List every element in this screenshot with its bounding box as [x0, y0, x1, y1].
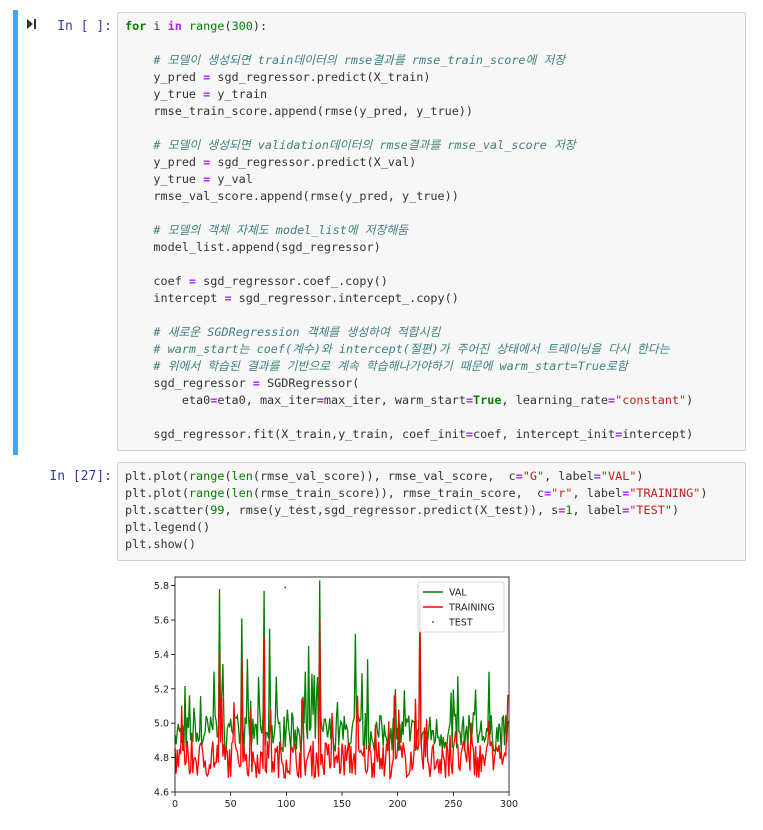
- x-tick-label: 300: [500, 799, 518, 810]
- code-line[interactable]: [125, 35, 745, 52]
- code-line[interactable]: y_pred = sgd_regressor.predict(X_train): [125, 69, 745, 86]
- code-line[interactable]: y_pred = sgd_regressor.predict(X_val): [125, 154, 745, 171]
- code-line[interactable]: plt.legend(): [125, 519, 745, 536]
- cell-2-prompt: In [27]:: [49, 469, 112, 484]
- test-point: [284, 586, 287, 589]
- x-tick-label: 100: [277, 799, 295, 810]
- y-tick-label: 4.8: [154, 753, 169, 764]
- code-line[interactable]: sgd_regressor.fit(X_train,y_train, coef_…: [125, 426, 745, 443]
- cell-1-editor[interactable]: for i in range(300): # 모델이 생성되면 train데이터…: [117, 12, 746, 451]
- x-tick-label: 0: [172, 799, 178, 810]
- cell-2-code[interactable]: plt.plot(range(len(rmse_val_score)), rms…: [118, 463, 745, 553]
- code-line[interactable]: for i in range(300):: [125, 18, 745, 35]
- code-line[interactable]: plt.plot(range(len(rmse_train_score)), r…: [125, 485, 745, 502]
- code-line[interactable]: [125, 409, 745, 426]
- code-line[interactable]: coef = sgd_regressor.coef_.copy(): [125, 273, 745, 290]
- code-line[interactable]: model_list.append(sgd_regressor): [125, 239, 745, 256]
- code-line[interactable]: [125, 256, 745, 273]
- y-tick-label: 5.2: [154, 684, 169, 695]
- line-chart: 0 50 100 150 200 250 300 4.6 4.8 5.0 5.2 5.4 5.6 5.8 V…: [154, 576, 518, 810]
- cell-1-code[interactable]: for i in range(300): # 모델이 생성되면 train데이터…: [118, 13, 745, 443]
- code-line[interactable]: sgd_regressor = SGDRegressor(: [125, 375, 745, 392]
- code-line[interactable]: y_true = y_train: [125, 86, 745, 103]
- legend-label-val: VAL: [449, 588, 467, 599]
- x-tick-label: 200: [389, 799, 407, 810]
- code-line[interactable]: plt.scatter(99, rmse(y_test,sgd_regresso…: [125, 502, 745, 519]
- cell-1-prompt: In [ ]:: [57, 19, 112, 34]
- y-tick-label: 5.0: [154, 719, 169, 730]
- code-line[interactable]: # 위에서 학습된 결과를 기반으로 계속 학습해나가야하기 때문에 warm_…: [125, 358, 745, 375]
- code-line[interactable]: [125, 120, 745, 137]
- legend-swatch-test: [432, 621, 434, 623]
- y-tick-label: 5.8: [154, 581, 169, 592]
- x-tick-label: 50: [225, 799, 237, 810]
- x-tick-label: 150: [333, 799, 351, 810]
- legend-label-test: TEST: [448, 618, 473, 629]
- y-tick-label: 4.6: [154, 788, 169, 799]
- cell-2-editor[interactable]: plt.plot(range(len(rmse_val_score)), rms…: [117, 462, 746, 561]
- y-tick-label: 5.6: [154, 616, 169, 627]
- code-line[interactable]: rmse_val_score.append(rmse(y_pred, y_tru…: [125, 188, 745, 205]
- code-line[interactable]: # 모델이 생성되면 validation데이터의 rmse결과를 rmse_v…: [125, 137, 745, 154]
- run-cell-icon[interactable]: [26, 18, 38, 30]
- legend-label-training: TRAINING: [448, 603, 495, 614]
- code-line[interactable]: # 새로운 SGDRegression 객체를 생성하여 적합시킴: [125, 324, 745, 341]
- y-tick-label: 5.4: [154, 650, 169, 661]
- code-line[interactable]: intercept = sgd_regressor.intercept_.cop…: [125, 290, 745, 307]
- code-line[interactable]: [125, 205, 745, 222]
- code-line[interactable]: eta0=eta0, max_iter=max_iter, warm_start…: [125, 392, 745, 409]
- code-line[interactable]: plt.show(): [125, 536, 745, 553]
- code-line[interactable]: # warm_start는 coef(계수)와 intercept(절편)가 주…: [125, 341, 745, 358]
- code-line[interactable]: rmse_train_score.append(rmse(y_pred, y_t…: [125, 103, 745, 120]
- code-line[interactable]: y_true = y_val: [125, 171, 745, 188]
- code-line[interactable]: plt.plot(range(len(rmse_val_score)), rms…: [125, 468, 745, 485]
- cell-2-output-plot: 0 50 100 150 200 250 300 4.6 4.8 5.0 5.2 5.4 5.6 5.8 V…: [143, 575, 518, 815]
- code-line[interactable]: # 모델이 생성되면 train데이터의 rmse결과를 rmse_train_…: [125, 52, 745, 69]
- code-line[interactable]: # 모델의 객체 자체도 model_list에 저장해둠: [125, 222, 745, 239]
- x-tick-label: 250: [444, 799, 462, 810]
- code-line[interactable]: [125, 307, 745, 324]
